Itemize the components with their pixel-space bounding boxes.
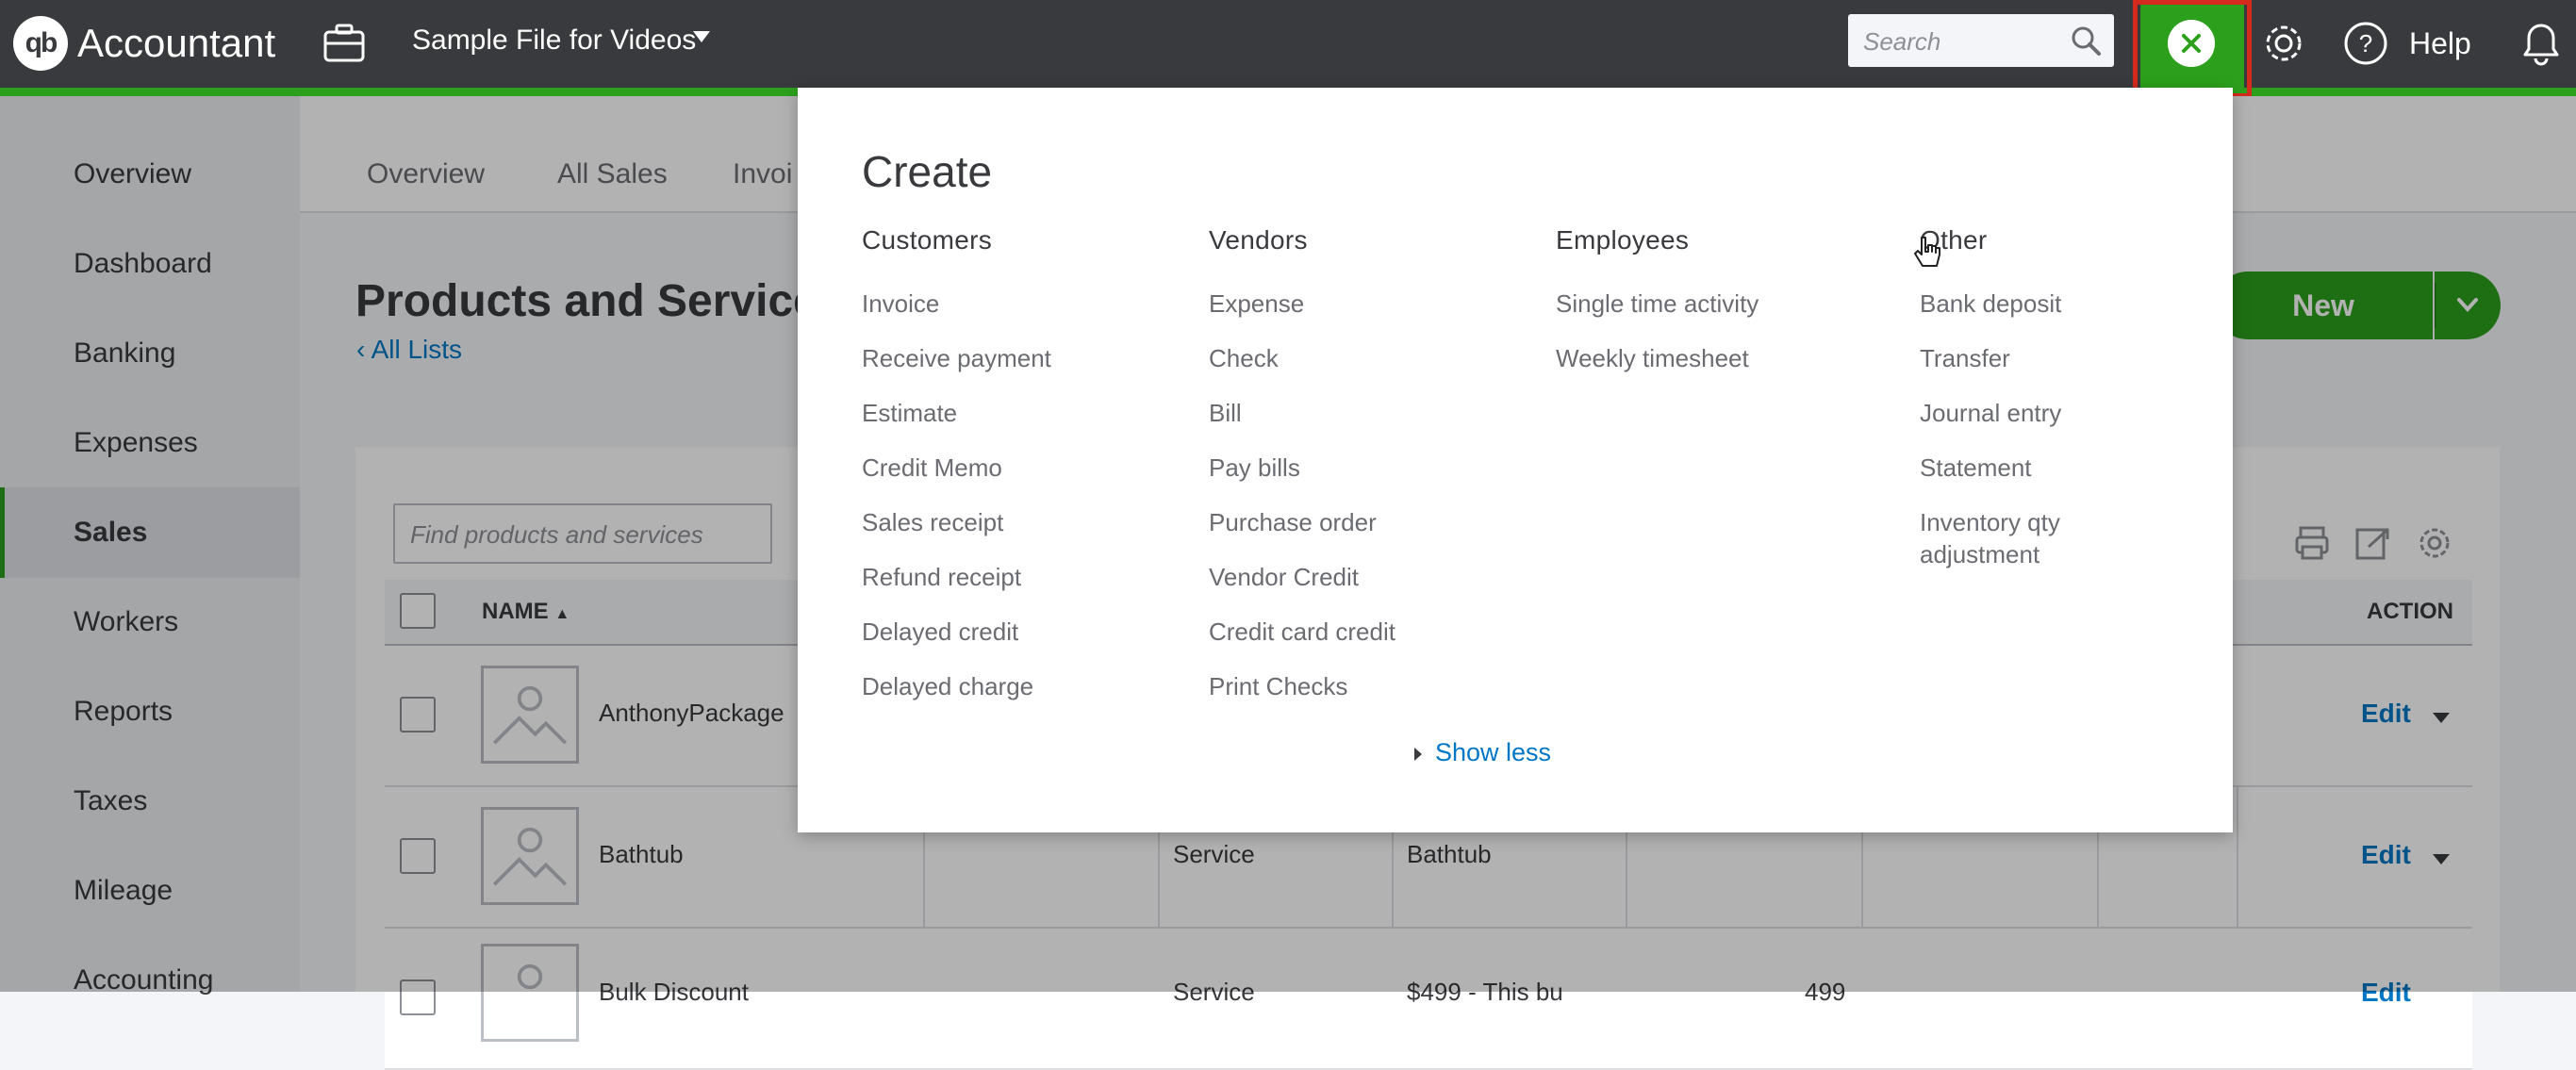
close-icon[interactable] [2168,20,2215,67]
create-credit-memo[interactable]: Credit Memo [862,452,1182,484]
bell-icon[interactable] [2516,17,2567,70]
briefcase-icon[interactable] [321,19,368,66]
hand-cursor-icon [1914,237,1940,267]
create-check[interactable]: Check [1209,342,1529,374]
create-delayed-credit[interactable]: Delayed credit [862,616,1182,648]
create-column-employees: Employees Single time activity Weekly ti… [1556,225,1876,397]
create-weekly-timesheet[interactable]: Weekly timesheet [1556,342,1876,374]
create-delayed-charge[interactable]: Delayed charge [862,670,1182,702]
create-column-customers: Customers Invoice Receive payment Estima… [862,225,1182,725]
caret-right-icon [1414,747,1422,761]
show-less-toggle[interactable]: Show less [1414,738,1551,767]
svg-text:?: ? [2359,29,2372,58]
column-heading: Employees [1556,225,1690,255]
create-invoice[interactable]: Invoice [862,288,1182,320]
company-switcher[interactable]: Sample File for Videos [412,25,696,57]
help-label[interactable]: Help [2409,26,2471,61]
gear-icon[interactable] [2259,19,2308,68]
create-expense[interactable]: Expense [1209,288,1529,320]
search-icon[interactable] [2069,24,2103,58]
create-refund-receipt[interactable]: Refund receipt [862,561,1182,593]
search-input[interactable]: Search [1848,14,2114,67]
create-journal-entry[interactable]: Journal entry [1920,397,2127,429]
create-sales-receipt[interactable]: Sales receipt [862,506,1182,538]
create-single-time-activity[interactable]: Single time activity [1556,288,1876,320]
create-statement[interactable]: Statement [1920,452,2127,484]
chevron-down-icon[interactable] [693,31,710,42]
create-menu-title: Create [862,147,993,196]
create-inventory-qty-adjustment[interactable]: Inventory qty adjustment [1920,506,2127,570]
create-purchase-order[interactable]: Purchase order [1209,506,1529,538]
create-menu: Create Customers Invoice Receive payment… [798,88,2233,832]
create-bank-deposit[interactable]: Bank deposit [1920,288,2127,320]
help-icon[interactable]: ? [2343,21,2388,66]
create-estimate[interactable]: Estimate [862,397,1182,429]
search-placeholder: Search [1863,27,1941,56]
create-transfer[interactable]: Transfer [1920,342,2127,374]
column-heading: Vendors [1209,225,1308,255]
create-pay-bills[interactable]: Pay bills [1209,452,1529,484]
create-receive-payment[interactable]: Receive payment [862,342,1182,374]
create-column-other: Other Bank deposit Transfer Journal entr… [1920,225,2127,593]
create-bill[interactable]: Bill [1209,397,1529,429]
show-less-label: Show less [1435,738,1552,766]
create-print-checks[interactable]: Print Checks [1209,670,1529,702]
create-vendor-credit[interactable]: Vendor Credit [1209,561,1529,593]
create-credit-card-credit[interactable]: Credit card credit [1209,616,1529,648]
column-heading: Other [1920,225,1988,255]
column-heading: Customers [862,225,993,255]
quickbooks-logo[interactable]: qb [13,16,68,71]
create-column-vendors: Vendors Expense Check Bill Pay bills Pur… [1209,225,1529,725]
brand-name: Accountant [77,21,276,65]
